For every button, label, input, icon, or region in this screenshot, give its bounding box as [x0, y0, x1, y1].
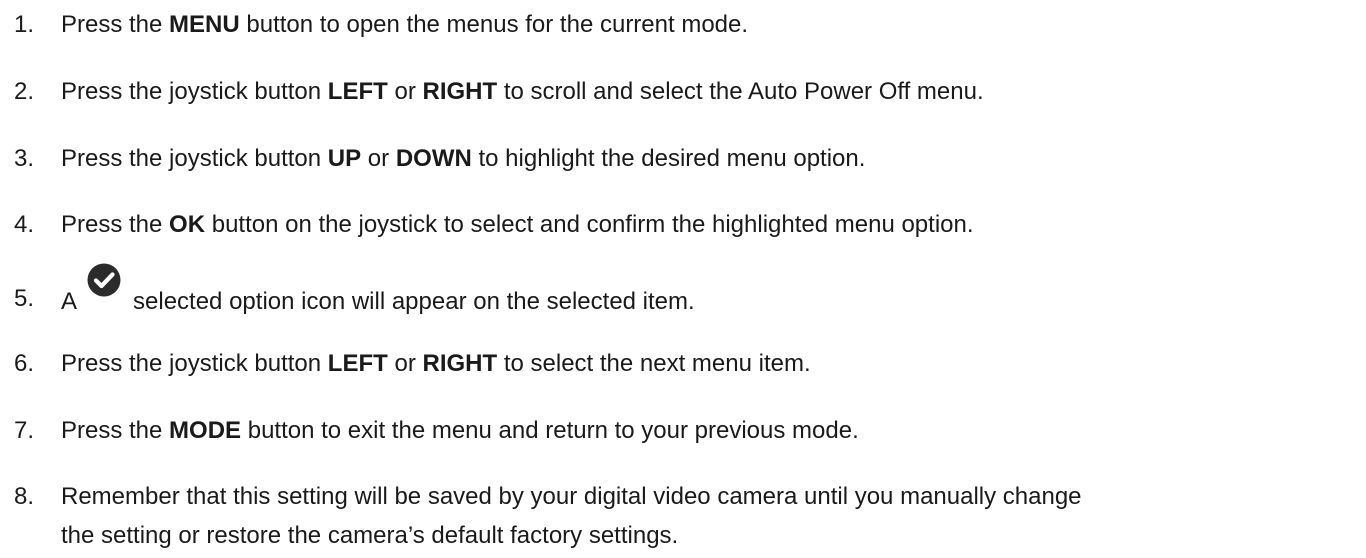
step-number: 3.	[14, 145, 35, 172]
key-label: RIGHT	[422, 78, 498, 105]
key-label: LEFT	[327, 350, 388, 377]
step-text-line-2: the setting or restore the camera’s defa…	[61, 522, 679, 549]
check-circle-icon	[87, 263, 121, 297]
key-label: RIGHT	[422, 350, 498, 377]
key-label: OK	[169, 211, 206, 238]
step-number: 6.	[14, 350, 35, 377]
key-label: DOWN	[395, 145, 472, 172]
step-text: Press the joystick button LEFT or RIGHT …	[61, 350, 811, 377]
step-text: Press the joystick button LEFT or RIGHT …	[61, 78, 984, 105]
key-label: LEFT	[327, 78, 388, 105]
step-number: 7.	[14, 417, 35, 444]
step-text: Press the MODE button to exit the menu a…	[61, 417, 859, 444]
step-number: 4.	[14, 211, 35, 238]
step-text: A selected option icon will appear on th…	[61, 263, 695, 324]
step-text: Press the OK button on the joystick to s…	[61, 211, 974, 238]
key-label: MODE	[169, 417, 242, 444]
key-label: UP	[327, 145, 362, 172]
step-text-line-1: Remember that this setting will be saved…	[61, 483, 1082, 510]
step-number: 8.	[14, 483, 35, 510]
step-text: Press the joystick button UP or DOWN to …	[61, 145, 866, 172]
step-number: 5.	[14, 285, 35, 312]
step-number: 1.	[14, 11, 35, 38]
key-label: MENU	[169, 11, 240, 38]
step-text: Press the MENU button to open the menus …	[61, 11, 749, 38]
step-number: 2.	[14, 78, 35, 105]
